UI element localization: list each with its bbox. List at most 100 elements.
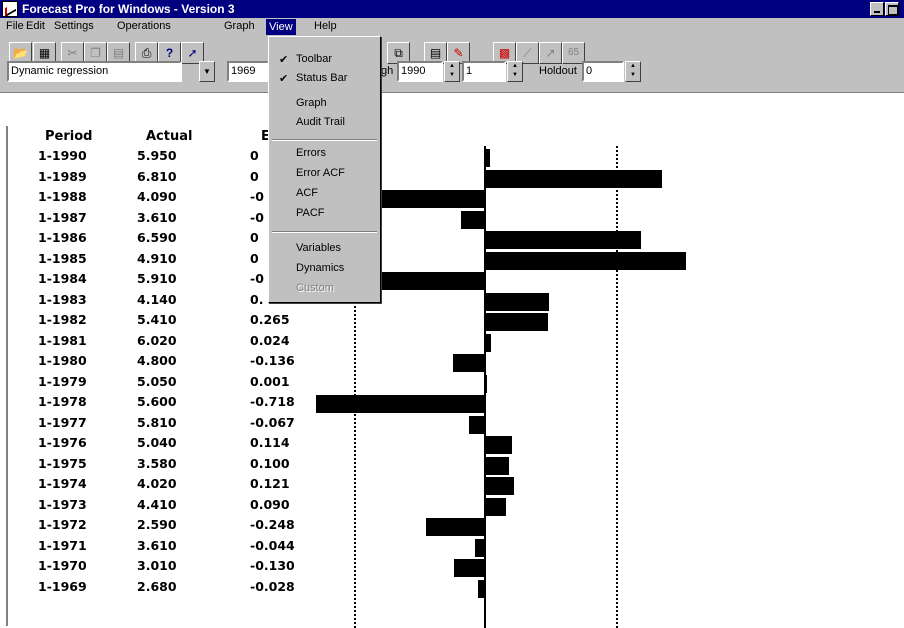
model-select[interactable]: Dynamic regression: [7, 61, 182, 82]
holdout-spinner[interactable]: ▲ ▼: [625, 61, 641, 82]
view-menu-graph[interactable]: Graph: [296, 97, 327, 109]
error-bar: [315, 395, 485, 413]
view-menu-audit-trail[interactable]: Audit Trail: [296, 116, 345, 128]
error-cell: 0.265: [250, 312, 290, 327]
error-cell: -0: [250, 189, 264, 204]
error-bar: [485, 251, 686, 270]
error-bar: [485, 456, 509, 475]
menu-help[interactable]: Help: [314, 20, 337, 32]
minimize-button[interactable]: [870, 2, 884, 16]
through-spinner[interactable]: ▲ ▼: [444, 61, 460, 82]
period-cell: 1-1977: [38, 414, 87, 430]
error-cell: 0.114: [250, 435, 290, 450]
period-header: Period: [45, 129, 93, 144]
view-menu-pacf[interactable]: PACF: [296, 207, 325, 219]
error-cell: 0: [250, 168, 259, 184]
period-cell: 1-1987: [38, 209, 87, 225]
menu-separator: [272, 231, 377, 233]
period-cell: 1-1976: [38, 435, 87, 450]
through-label: gh: [381, 65, 394, 77]
menu-graph[interactable]: Graph: [224, 20, 255, 32]
error-bar: [452, 354, 485, 372]
period-cell: 1-1971: [38, 537, 87, 553]
error-cell: -0.067: [250, 414, 295, 430]
period-cell: 1-1969: [38, 578, 87, 594]
error-bar: [485, 149, 490, 167]
actual-cell: 6.020: [137, 332, 177, 348]
error-cell: 0: [250, 230, 259, 245]
title-bar: Forecast Pro for Windows - Version 3: [0, 0, 904, 18]
period-cell: 1-1986: [38, 230, 87, 245]
error-bar: [485, 436, 512, 454]
period-cell: 1-1970: [38, 558, 87, 573]
actual-cell: 5.810: [137, 414, 177, 430]
period-cell: 1-1972: [38, 517, 87, 532]
maximize-button[interactable]: [885, 2, 899, 16]
menu-bar: File Edit Settings Operations Graph View…: [0, 18, 904, 36]
toolbar-check-icon: ✔: [279, 54, 289, 66]
actual-cell: 4.800: [137, 353, 177, 368]
error-bar: [454, 559, 485, 577]
actual-cell: 2.680: [137, 578, 177, 594]
view-menu-acf[interactable]: ACF: [296, 187, 318, 199]
error-cell: 0.100: [250, 455, 290, 471]
menu-view[interactable]: View: [266, 19, 296, 35]
period-cell: 1-1985: [38, 250, 87, 266]
error-cell: -0.044: [250, 537, 295, 553]
app-icon[interactable]: [2, 1, 18, 17]
actual-cell: 3.610: [137, 209, 177, 225]
model-dropdown-button[interactable]: ▼: [199, 61, 215, 82]
actual-cell: 5.410: [137, 312, 177, 327]
actual-cell: 6.810: [137, 168, 177, 184]
error-bar: [485, 169, 662, 188]
view-menu-errors[interactable]: Errors: [296, 147, 326, 159]
error-bar: [426, 518, 485, 536]
period-cell: 1-1990: [38, 148, 87, 163]
error-cell: -0.248: [250, 517, 295, 532]
period-cell: 1-1981: [38, 332, 87, 348]
menu-settings[interactable]: Settings: [54, 20, 94, 32]
error-cell: 0.090: [250, 496, 290, 512]
view-menu-variables[interactable]: Variables: [296, 242, 341, 254]
period-cell: 1-1979: [38, 373, 87, 389]
step-field[interactable]: 1: [462, 61, 506, 82]
view-menu-custom: Custom: [296, 282, 334, 294]
actual-cell: 5.600: [137, 394, 177, 409]
view-menu-dynamics[interactable]: Dynamics: [296, 262, 344, 274]
menu-file[interactable]: File: [6, 20, 24, 32]
error-bar: [485, 477, 514, 495]
period-cell: 1-1982: [38, 312, 87, 327]
step-spinner[interactable]: ▲ ▼: [507, 61, 523, 82]
actual-cell: 5.040: [137, 435, 177, 450]
menu-operations[interactable]: Operations: [117, 20, 171, 32]
trend-graph-icon[interactable]: ↗: [539, 42, 562, 64]
error-bar: [485, 231, 641, 249]
view-menu-status-bar[interactable]: Status Bar: [296, 72, 347, 84]
period-cell: 1-1974: [38, 476, 87, 491]
error-bar: [485, 333, 491, 352]
period-cell: 1-1980: [38, 353, 87, 368]
period-cell: 1-1978: [38, 394, 87, 409]
view-menu-error-acf[interactable]: Error ACF: [296, 167, 345, 179]
actual-cell: 2.590: [137, 517, 177, 532]
error-bar: [469, 415, 485, 434]
period-cell: 1-1989: [38, 168, 87, 184]
error-cell: 0.121: [250, 476, 290, 491]
period-cell: 1-1983: [38, 291, 87, 307]
actual-cell: 4.020: [137, 476, 177, 491]
statusbar-check-icon: ✔: [279, 73, 289, 85]
actual-cell: 4.410: [137, 496, 177, 512]
actual-cell: 4.910: [137, 250, 177, 266]
from-year-field[interactable]: 1969: [227, 61, 269, 82]
view-menu-toolbar[interactable]: Toolbar: [296, 53, 332, 65]
menu-edit[interactable]: Edit: [26, 20, 45, 32]
error-bar: [485, 374, 487, 393]
through-year-field[interactable]: 1990: [397, 61, 443, 82]
actual-cell: 5.050: [137, 373, 177, 389]
error-bar: [474, 538, 485, 557]
error-cell: 0.001: [250, 373, 290, 389]
error-cell: -0.136: [250, 353, 295, 368]
error-bar: [485, 313, 548, 331]
holdout-field[interactable]: 0: [582, 61, 624, 82]
actual-cell: 3.610: [137, 537, 177, 553]
